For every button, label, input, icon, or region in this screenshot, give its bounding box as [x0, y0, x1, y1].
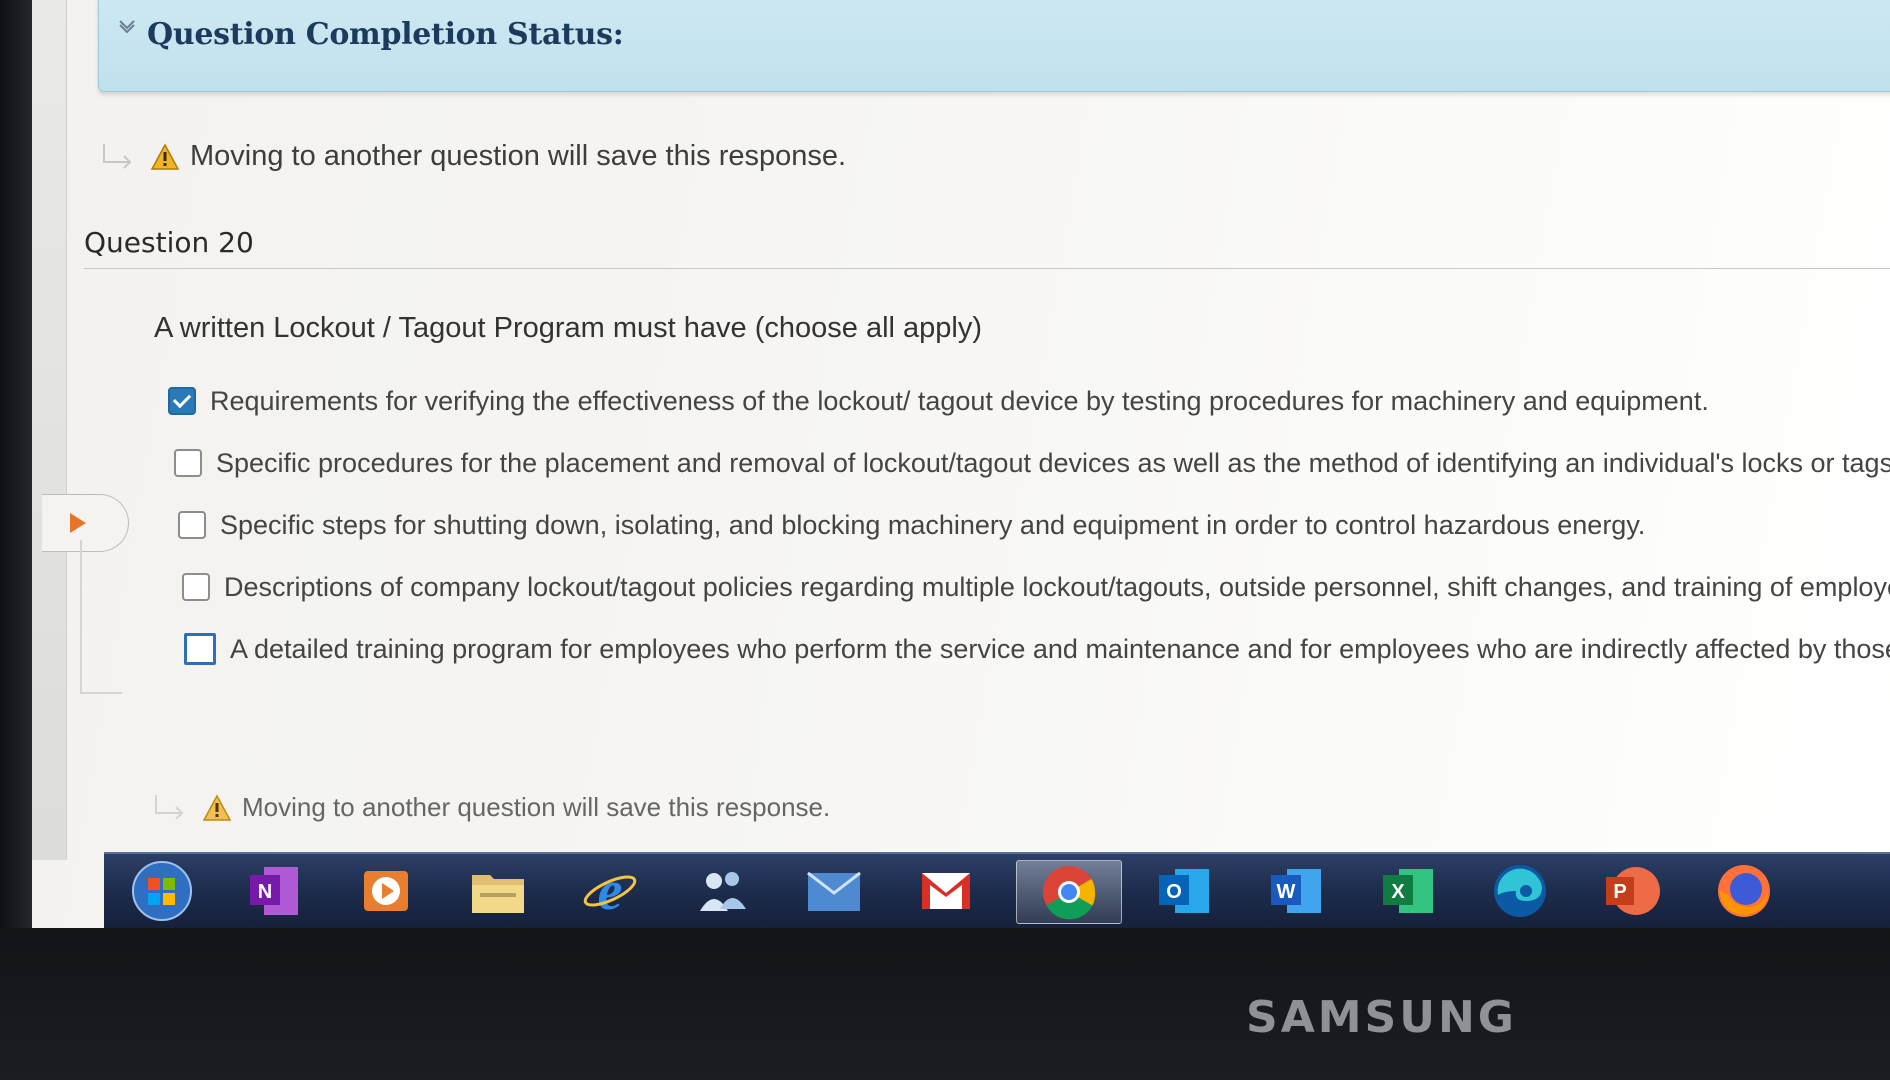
powerpoint-icon: P — [1606, 867, 1660, 915]
answer-option[interactable]: Specific steps for shutting down, isolat… — [178, 494, 1890, 556]
firefox-icon — [1718, 865, 1770, 917]
start-button[interactable] — [120, 860, 204, 922]
question-bracket — [80, 540, 122, 694]
taskbar-gmail[interactable] — [904, 860, 988, 922]
answer-checkbox[interactable] — [184, 633, 216, 665]
taskbar-mail-app[interactable] — [792, 860, 876, 922]
people-icon — [700, 872, 746, 911]
word-icon: W — [1271, 869, 1321, 913]
answer-option-text: Requirements for verifying the effective… — [210, 385, 1709, 416]
svg-text:W: W — [1277, 881, 1296, 903]
gmail-icon — [922, 873, 970, 909]
edge-icon — [1494, 865, 1546, 917]
connector-arrow-icon — [155, 794, 184, 820]
taskbar-internet-explorer[interactable]: e — [568, 860, 652, 922]
answer-options: Requirements for verifying the effective… — [168, 370, 1890, 680]
excel-icon: X — [1383, 869, 1433, 913]
left-rail — [32, 0, 67, 860]
svg-text:O: O — [1166, 881, 1182, 903]
save-warning-top: Moving to another question will save thi… — [100, 140, 846, 173]
question-completion-status-panel[interactable]: Question Completion Status: — [98, 0, 1890, 92]
taskbar-file-explorer[interactable] — [456, 860, 540, 922]
taskbar-people[interactable] — [680, 860, 764, 922]
windows-start-icon — [132, 861, 192, 921]
status-title: Question Completion Status: — [147, 17, 624, 52]
svg-text:e: e — [598, 861, 623, 921]
outlook-icon: O — [1159, 869, 1209, 913]
chevron-down-icon[interactable] — [117, 19, 137, 39]
mail-app-icon — [807, 871, 861, 911]
browser-page: Question Completion Status: Moving to an… — [32, 0, 1890, 928]
svg-text:N: N — [258, 881, 272, 903]
warning-text: Moving to another question will save thi… — [242, 792, 831, 822]
answer-option-text: Specific steps for shutting down, isolat… — [220, 509, 1646, 540]
question-divider — [84, 268, 1890, 269]
svg-text:P: P — [1613, 881, 1626, 903]
warning-text: Moving to another question will save thi… — [190, 140, 847, 172]
question-number: Question 20 — [84, 226, 254, 259]
taskbar-edge[interactable] — [1478, 860, 1562, 922]
connector-arrow-icon — [103, 143, 132, 169]
taskbar-media-player[interactable] — [344, 860, 428, 922]
warning-icon — [202, 793, 232, 821]
save-warning-bottom: Moving to another question will save thi… — [152, 792, 830, 823]
answer-option[interactable]: Specific procedures for the placement an… — [174, 432, 1890, 494]
answer-option-text: Descriptions of company lockout/tagout p… — [224, 571, 1890, 602]
answer-option[interactable]: A detailed training program for employee… — [184, 618, 1890, 680]
taskbar-powerpoint[interactable]: P — [1590, 860, 1674, 922]
warning-icon — [150, 142, 180, 170]
chrome-icon — [1043, 866, 1096, 920]
internet-explorer-icon: e — [583, 861, 637, 921]
answer-option-text: A detailed training program for employee… — [230, 633, 1890, 664]
answer-checkbox[interactable] — [174, 449, 202, 477]
taskbar-outlook[interactable]: O — [1142, 860, 1226, 922]
taskbar-word[interactable]: W — [1254, 860, 1338, 922]
onenote-icon: N — [250, 867, 298, 915]
media-player-icon — [364, 871, 408, 911]
answer-option-text: Specific procedures for the placement an… — [216, 447, 1890, 478]
svg-text:X: X — [1391, 881, 1405, 903]
answer-checkbox[interactable] — [168, 387, 196, 415]
monitor-bezel-left — [0, 0, 32, 928]
answer-option[interactable]: Requirements for verifying the effective… — [168, 370, 1890, 432]
answer-option[interactable]: Descriptions of company lockout/tagout p… — [182, 556, 1890, 618]
taskbar-onenote[interactable]: N — [232, 860, 316, 922]
monitor-brand-logo: SAMSUNG — [1246, 992, 1517, 1043]
question-prompt: A written Lockout / Tagout Program must … — [154, 312, 983, 344]
monitor-bezel-bottom — [0, 928, 1890, 1080]
windows-taskbar: N e O W X P — [104, 852, 1890, 928]
play-arrow-icon — [70, 513, 86, 533]
answer-checkbox[interactable] — [182, 573, 210, 601]
taskbar-excel[interactable]: X — [1366, 860, 1450, 922]
folder-icon — [472, 875, 524, 913]
taskbar-firefox[interactable] — [1702, 860, 1786, 922]
taskbar-chrome[interactable] — [1016, 860, 1122, 924]
answer-checkbox[interactable] — [178, 511, 206, 539]
